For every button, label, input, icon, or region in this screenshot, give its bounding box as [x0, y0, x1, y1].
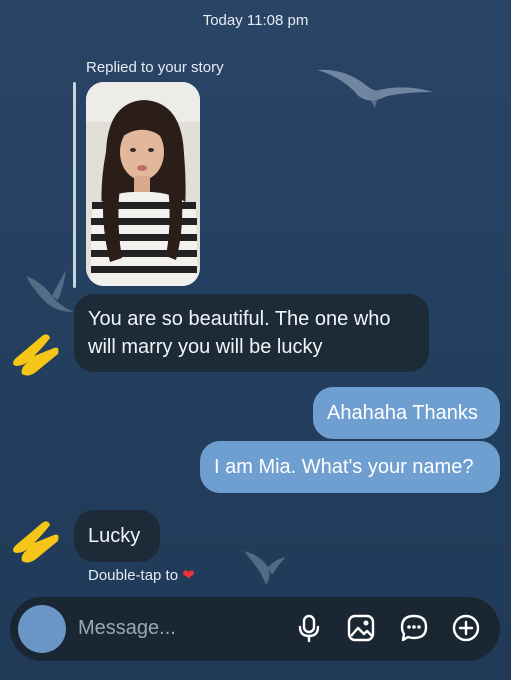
heart-icon: ❤ — [182, 567, 195, 584]
image-icon[interactable] — [346, 613, 376, 643]
double-tap-hint: Double-tap to ❤ — [88, 566, 195, 585]
seagull-decoration — [244, 551, 286, 585]
message-received[interactable]: You are so beautiful. The one who will m… — [74, 294, 429, 372]
message-text: Ahahaha Thanks — [327, 402, 478, 424]
message-received[interactable]: Lucky — [74, 510, 160, 562]
camera-avatar-button[interactable] — [18, 605, 66, 653]
story-thumbnail[interactable] — [86, 82, 200, 286]
message-sent[interactable]: I am Mia. What's your name? — [200, 441, 500, 493]
hint-text: Double-tap to — [88, 566, 179, 584]
reply-indicator-bar — [73, 82, 76, 288]
message-text: Lucky — [88, 525, 141, 547]
message-text: I am Mia. What's your name? — [214, 456, 474, 478]
story-reply-caption: Replied to your story — [86, 59, 224, 76]
message-sent[interactable]: Ahahaha Thanks — [313, 387, 500, 439]
sticker-scribble-icon — [13, 521, 59, 563]
story-photo — [86, 82, 200, 286]
message-text-line: will marry you will be lucky — [88, 336, 323, 358]
chat-timestamp: Today 11:08 pm — [202, 12, 309, 29]
chat-bubble-icon[interactable] — [399, 613, 429, 643]
add-circle-icon[interactable] — [451, 613, 481, 643]
seagull-decoration — [317, 69, 433, 108]
microphone-icon[interactable] — [294, 613, 324, 643]
sticker-scribble-icon — [13, 334, 59, 376]
message-input[interactable]: Message... — [78, 617, 176, 640]
message-composer: Message... — [10, 597, 500, 661]
message-text-line: You are so beautiful. The one who — [88, 308, 391, 330]
